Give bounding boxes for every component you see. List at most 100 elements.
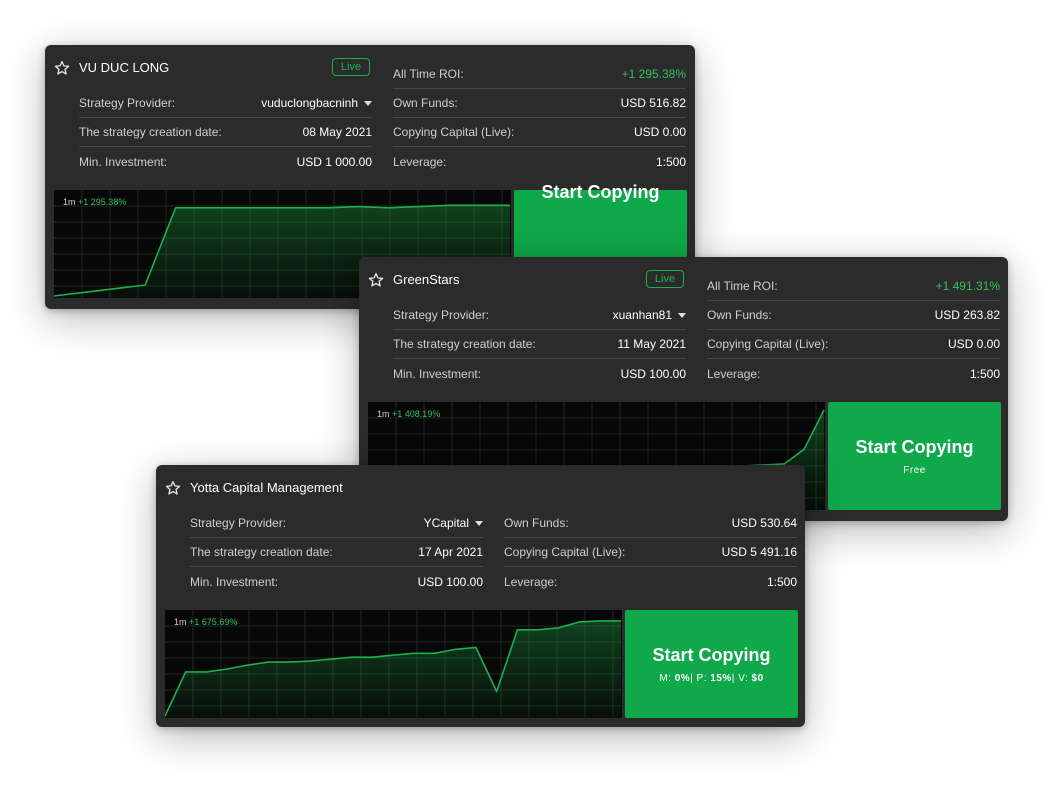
strategy-provider-row[interactable]: Strategy Provider: YCapital (190, 509, 483, 538)
row-value: 08 May 2021 (302, 125, 372, 139)
strategy-provider-row[interactable]: Strategy Provider: xuanhan81 (393, 301, 686, 330)
button-subtitle: Free (903, 464, 926, 476)
chart-period: 1m (377, 409, 390, 419)
leverage-row: Leverage: 1:500 (504, 567, 797, 596)
row-label: Copying Capital (Live): (707, 337, 829, 351)
chart-period-tag: 1m +1 675.69% (174, 617, 237, 627)
stat-value: 0% (674, 672, 691, 684)
row-value: 1:500 (766, 574, 797, 589)
copying-capital-row: Copying Capital (Live): USD 5 491.16 (504, 538, 797, 567)
row-value: USD 516.82 (620, 96, 686, 110)
leverage-row: Leverage: 1:500 (707, 359, 1000, 388)
roi-row: All Time ROI: +1 295.38% (393, 60, 686, 89)
row-value: USD 1 000.00 (296, 154, 372, 169)
provider-dropdown[interactable]: vuduclongbacninh (261, 96, 372, 110)
strategy-name[interactable]: Yotta Capital Management (190, 480, 343, 495)
own-funds-row: Own Funds: USD 530.64 (504, 509, 797, 538)
creation-date-row: The strategy creation date: 08 May 2021 (79, 118, 372, 147)
row-label: Leverage: (393, 154, 447, 169)
min-investment-row: Min. Investment: USD 100.00 (393, 359, 686, 388)
stat-label: P: (696, 672, 707, 684)
strategy-stats: Own Funds: USD 530.64 Copying Capital (L… (504, 509, 797, 596)
button-title: Start Copying (541, 182, 660, 202)
chart-period-tag: 1m +1 295.38% (63, 197, 126, 207)
stat-label: V: (738, 672, 749, 684)
row-label: Leverage: (504, 574, 558, 589)
provider-dropdown[interactable]: xuanhan81 (613, 308, 686, 322)
button-title: Start Copying (652, 644, 771, 665)
row-label: Copying Capital (Live): (393, 125, 515, 139)
row-value: USD 530.64 (731, 516, 797, 530)
row-value: USD 5 491.16 (721, 545, 797, 559)
performance-chart[interactable]: 1m +1 675.69% (165, 610, 622, 718)
chevron-down-icon (475, 521, 483, 527)
strategy-name[interactable]: VU DUC LONG (79, 60, 169, 75)
own-funds-row: Own Funds: USD 516.82 (393, 89, 686, 118)
row-label: Strategy Provider: (190, 516, 287, 530)
stat-label: M: (659, 672, 672, 684)
row-label: Min. Investment: (190, 574, 279, 589)
chart-change: +1 408.19% (392, 409, 441, 419)
min-investment-row: Min. Investment: USD 1 000.00 (79, 147, 372, 176)
row-value: 11 May 2021 (617, 337, 687, 351)
chart-period: 1m (174, 617, 187, 627)
row-label: Copying Capital (Live): (504, 545, 626, 559)
strategy-name[interactable]: GreenStars (393, 272, 459, 287)
leverage-row: Leverage: 1:500 (393, 147, 686, 176)
strategy-details: Strategy Provider: YCapital The strategy… (190, 509, 483, 596)
row-value: USD 0.00 (633, 125, 686, 139)
strategy-stats: All Time ROI: +1 491.31% Own Funds: USD … (707, 272, 1000, 388)
star-icon[interactable] (368, 272, 384, 288)
row-label: The strategy creation date: (79, 125, 222, 139)
row-value: 17 Apr 2021 (418, 545, 483, 559)
row-value: xuanhan81 (612, 308, 672, 322)
row-value: USD 0.00 (947, 337, 1000, 351)
strategy-stats: All Time ROI: +1 295.38% Own Funds: USD … (393, 60, 686, 176)
strategy-details: Strategy Provider: xuanhan81 The strateg… (393, 301, 686, 388)
row-label: Own Funds: (504, 516, 569, 530)
copying-capital-row: Copying Capital (Live): USD 0.00 (707, 330, 1000, 359)
chart-change: +1 295.38% (78, 197, 127, 207)
stat-value: $0 (751, 672, 764, 684)
row-value: USD 100.00 (417, 574, 483, 589)
own-funds-row: Own Funds: USD 263.82 (707, 301, 1000, 330)
row-label: Strategy Provider: (79, 96, 176, 110)
chevron-down-icon (678, 313, 686, 319)
min-investment-row: Min. Investment: USD 100.00 (190, 567, 483, 596)
star-icon[interactable] (165, 480, 181, 496)
row-value: USD 100.00 (620, 366, 686, 381)
stat-value: 15% (710, 672, 732, 684)
chevron-down-icon (364, 101, 372, 107)
row-label: The strategy creation date: (190, 545, 333, 559)
row-label: The strategy creation date: (393, 337, 536, 351)
star-icon[interactable] (54, 60, 70, 76)
row-value: vuduclongbacninh (261, 96, 358, 110)
row-value: 1:500 (655, 154, 686, 169)
creation-date-row: The strategy creation date: 17 Apr 2021 (190, 538, 483, 567)
strategy-details: Strategy Provider: vuduclongbacninh The … (79, 89, 372, 176)
live-badge: Live (332, 58, 370, 76)
provider-dropdown[interactable]: YCapital (424, 516, 483, 530)
row-value: USD 263.82 (934, 308, 1000, 322)
row-label: All Time ROI: (707, 279, 778, 293)
start-copying-button[interactable]: Start Copying M: 0%| P: 15%| V: $0 (625, 610, 798, 718)
copying-capital-row: Copying Capital (Live): USD 0.00 (393, 118, 686, 147)
creation-date-row: The strategy creation date: 11 May 2021 (393, 330, 686, 359)
row-label: Min. Investment: (79, 154, 168, 169)
chart-period-tag: 1m +1 408.19% (377, 409, 440, 419)
roi-row: All Time ROI: +1 491.31% (707, 272, 1000, 301)
row-label: Strategy Provider: (393, 308, 490, 322)
strategy-card-yotta-capital: Yotta Capital Management Strategy Provid… (156, 465, 805, 727)
start-copying-button[interactable]: Start Copying Free (828, 402, 1001, 510)
strategy-provider-row[interactable]: Strategy Provider: vuduclongbacninh (79, 89, 372, 118)
row-label: Min. Investment: (393, 366, 482, 381)
button-title: Start Copying (855, 436, 974, 457)
live-badge: Live (646, 270, 684, 288)
row-label: All Time ROI: (393, 67, 464, 81)
roi-value: +1 491.31% (935, 279, 1000, 293)
chart-change: +1 675.69% (189, 617, 238, 627)
row-label: Leverage: (707, 366, 761, 381)
chart-period: 1m (63, 197, 76, 207)
row-label: Own Funds: (393, 96, 458, 110)
row-label: Own Funds: (707, 308, 772, 322)
